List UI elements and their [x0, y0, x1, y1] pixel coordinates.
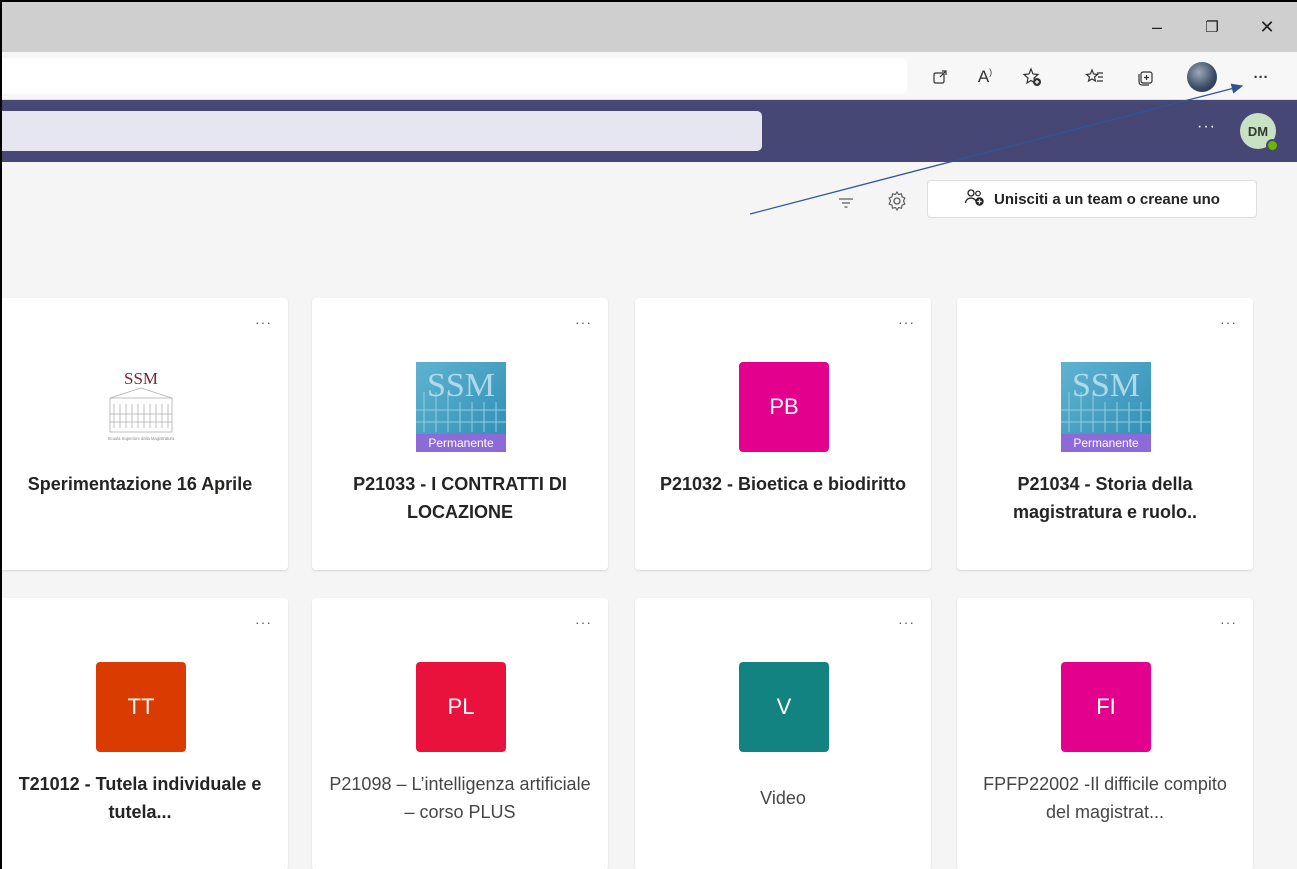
team-card[interactable]: ··· V Video — [635, 598, 931, 869]
favorites-icon[interactable] — [1082, 64, 1108, 90]
card-more-icon[interactable]: ··· — [898, 614, 915, 630]
team-title: P21032 - Bioetica e biodiritto — [659, 474, 907, 494]
minimize-button[interactable]: – — [1137, 12, 1177, 42]
read-aloud-icon[interactable]: A) — [972, 64, 998, 90]
join-button-label: Unisciti a un team o creane uno — [994, 190, 1220, 208]
close-button[interactable]: ✕ — [1247, 12, 1287, 42]
ssm-logo-caption: Scuola Superiore della Magistratura — [108, 436, 175, 441]
team-title: Sperimentazione 16 Aprile — [27, 474, 253, 494]
card-more-icon[interactable]: ··· — [575, 314, 592, 330]
team-initials-tile: V — [739, 662, 829, 752]
settings-more-icon[interactable]: ··· — [1197, 118, 1216, 136]
team-title: P21098 – L’intelligenza artificiale – co… — [329, 774, 591, 822]
team-title: P21034 - Storia della magistratura e ruo… — [1012, 474, 1198, 522]
search-input[interactable] — [2, 111, 762, 151]
browser-more-icon[interactable]: ··· — [1248, 64, 1274, 90]
ssm-permanente-tile: SSM Permanente — [416, 362, 506, 452]
team-title: P21033 - I CONTRATTI DI LOCAZIONE — [353, 474, 567, 522]
people-add-icon — [964, 187, 986, 211]
card-more-icon[interactable]: ··· — [1220, 314, 1237, 330]
card-more-icon[interactable]: ··· — [575, 614, 592, 630]
tile-caption: Permanente — [428, 436, 494, 450]
window-titlebar: – ❐ ✕ — [2, 2, 1297, 52]
team-initials-tile: PB — [739, 362, 829, 452]
svg-text:SSM: SSM — [427, 367, 495, 404]
gear-icon[interactable] — [885, 189, 909, 213]
team-title: FPFP22002 -Il difficile compito del magi… — [983, 774, 1227, 822]
team-card[interactable]: ··· FI FPFP22002 -Il difficile compito d… — [957, 598, 1253, 869]
team-card[interactable]: ··· PB P21032 - Bioetica e biodiritto — [635, 298, 931, 570]
card-more-icon[interactable]: ··· — [1220, 614, 1237, 630]
team-initials-tile: TT — [96, 662, 186, 752]
team-title: T21012 - Tutela individuale e tutela... — [18, 774, 262, 822]
team-initials-tile: PL — [416, 662, 506, 752]
restore-button[interactable]: ❐ — [1192, 12, 1232, 42]
team-title: Video — [760, 788, 806, 808]
screenshot-frame: – ❐ ✕ A) ··· ··· DM Unisciti a un team o… — [0, 0, 1297, 869]
ssm-logo: SSM Scuola Superiore della Magistratura — [96, 362, 186, 452]
team-card[interactable]: ··· SSM Permanente P21033 - I CONTRATTI … — [312, 298, 608, 570]
team-initials-tile: FI — [1061, 662, 1151, 752]
address-field[interactable] — [2, 58, 907, 94]
ssm-permanente-tile: SSM Permanente — [1061, 362, 1151, 452]
svg-text:SSM: SSM — [1072, 367, 1140, 404]
filter-icon[interactable] — [835, 192, 857, 214]
ssm-logo-text: SSM — [124, 369, 158, 388]
team-card[interactable]: ··· SSM Scuola Superiore della Magistrat… — [2, 298, 288, 570]
presence-available-icon — [1266, 139, 1279, 152]
card-more-icon[interactable]: ··· — [898, 314, 915, 330]
join-or-create-team-button[interactable]: Unisciti a un team o creane uno — [927, 180, 1257, 218]
card-more-icon[interactable]: ··· — [255, 614, 272, 630]
teams-toolbar: Unisciti a un team o creane uno — [2, 162, 1297, 262]
browser-toolbar: A) ··· — [2, 52, 1297, 100]
profile-avatar[interactable] — [1187, 62, 1217, 92]
team-card[interactable]: ··· PL P21098 – L’intelligenza artificia… — [312, 598, 608, 869]
collections-icon[interactable] — [1132, 64, 1158, 90]
team-card[interactable]: ··· SSM Permanente P21034 - Storia della… — [957, 298, 1253, 570]
tile-caption: Permanente — [1073, 436, 1139, 450]
read-aloud-glyph: A — [977, 67, 990, 86]
teams-header: ··· DM — [2, 100, 1297, 162]
card-more-icon[interactable]: ··· — [255, 314, 272, 330]
open-external-icon[interactable] — [927, 64, 953, 90]
team-card[interactable]: ··· TT T21012 - Tutela individuale e tut… — [2, 598, 288, 869]
add-favorite-icon[interactable] — [1019, 64, 1045, 90]
